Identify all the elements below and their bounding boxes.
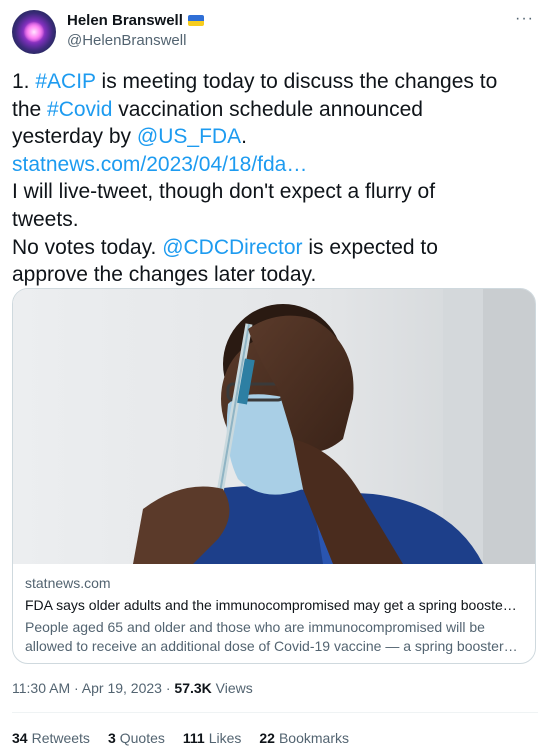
card-image[interactable] — [13, 289, 535, 564]
card-description-line: allowed to receive an additional dose of… — [25, 638, 518, 654]
tweet-text-line: approve the changes later today. — [12, 261, 538, 289]
stat-likes[interactable]: 111 Likes — [183, 730, 242, 746]
stat-count: 111 — [182, 730, 205, 746]
card-meta: statnews.com FDA says older adults and t… — [25, 575, 525, 656]
tweet-text-segment: yesterday by — [12, 125, 137, 149]
tweet-text-segment: 1. — [12, 70, 36, 93]
tweet-text-line: I will live-tweet, though don't expect a… — [12, 178, 538, 206]
tweet-text-segment: is meeting today to discuss the changes … — [95, 70, 498, 93]
tweet-text-segment: . — [241, 125, 247, 149]
hashtag-link[interactable]: #ACIP — [35, 70, 95, 93]
hashtag-link[interactable]: #Covid — [47, 98, 112, 121]
stat-retweets[interactable]: 34 Retweets — [12, 730, 90, 746]
tweet-text-line: No votes today. @CDCDirector is expected… — [12, 234, 538, 262]
stat-count: 22 — [259, 730, 275, 746]
tweet-text-segment: approve the changes later today. — [12, 263, 317, 287]
views-label: Views — [211, 680, 253, 696]
divider — [12, 712, 538, 713]
tweet-text-line: statnews.com/2023/04/18/fda… — [12, 151, 538, 179]
stat-bookmarks[interactable]: 22 Bookmarks — [259, 730, 349, 746]
tweet-text-segment: is expected to — [302, 235, 438, 259]
more-options-icon[interactable]: ··· — [515, 10, 534, 28]
views-count: 57.3K — [174, 680, 212, 696]
tweet-body: 1. #ACIP is meeting today to discuss the… — [12, 68, 538, 289]
vaccination-photo — [13, 289, 535, 564]
tweet-text-segment: vaccination schedule announced — [112, 97, 423, 121]
tweet-text-line: yesterday by @US_FDA. — [12, 123, 538, 151]
url-link[interactable]: statnews.com/2023/04/18/fda… — [12, 153, 307, 176]
tweet-text-segment: tweets. — [12, 207, 79, 231]
mention-link[interactable]: @CDCDirector — [162, 236, 302, 259]
tweet-text-segment: the — [12, 97, 48, 121]
stat-quotes[interactable]: 3 Quotes — [108, 730, 165, 746]
stat-label: Quotes — [119, 730, 165, 746]
tweet-timestamp[interactable]: 11:30 AM · Apr 19, 2023 · — [12, 680, 174, 696]
author-handle[interactable]: @HelenBranswell — [67, 32, 204, 49]
stat-count: 34 — [12, 730, 28, 746]
stat-label: Bookmarks — [278, 730, 349, 746]
card-domain: statnews.com — [25, 575, 111, 591]
mention-link[interactable]: @US_FDA — [137, 125, 241, 148]
tweet-text-line: the #Covid vaccination schedule announce… — [12, 96, 538, 124]
card-description-line: People aged 65 and older and those who a… — [25, 619, 485, 635]
tweet-header: Helen Branswell @HelenBranswell ··· — [12, 10, 538, 56]
avatar[interactable] — [12, 10, 56, 54]
stat-label: Likes — [208, 730, 242, 746]
tweet-text-segment: I will live-tweet, though don't expect a… — [12, 180, 436, 204]
author-display-name-row[interactable]: Helen Branswell — [67, 12, 204, 29]
stat-count: 3 — [107, 730, 116, 746]
engagement-stats: 34 Retweets 3 Quotes 111 Likes 22 Bookmarks — [12, 730, 349, 746]
card-description: People aged 65 and older and those who a… — [25, 618, 525, 656]
card-title[interactable]: FDA says older adults and the immunocomp… — [25, 597, 525, 613]
tweet-text-segment: No votes today. — [12, 235, 163, 259]
tweet-text-line: tweets. — [12, 206, 538, 234]
tweet-text-line: 1. #ACIP is meeting today to discuss the… — [12, 68, 538, 96]
author-display-name[interactable]: Helen Branswell — [67, 12, 183, 29]
author-block: Helen Branswell @HelenBranswell — [67, 12, 204, 49]
ukraine-flag-icon — [187, 15, 204, 26]
timestamp-row: 11:30 AM · Apr 19, 2023 · 57.3K Views — [12, 680, 253, 696]
link-preview-card[interactable]: statnews.com FDA says older adults and t… — [12, 288, 536, 664]
stat-label: Retweets — [31, 730, 90, 746]
